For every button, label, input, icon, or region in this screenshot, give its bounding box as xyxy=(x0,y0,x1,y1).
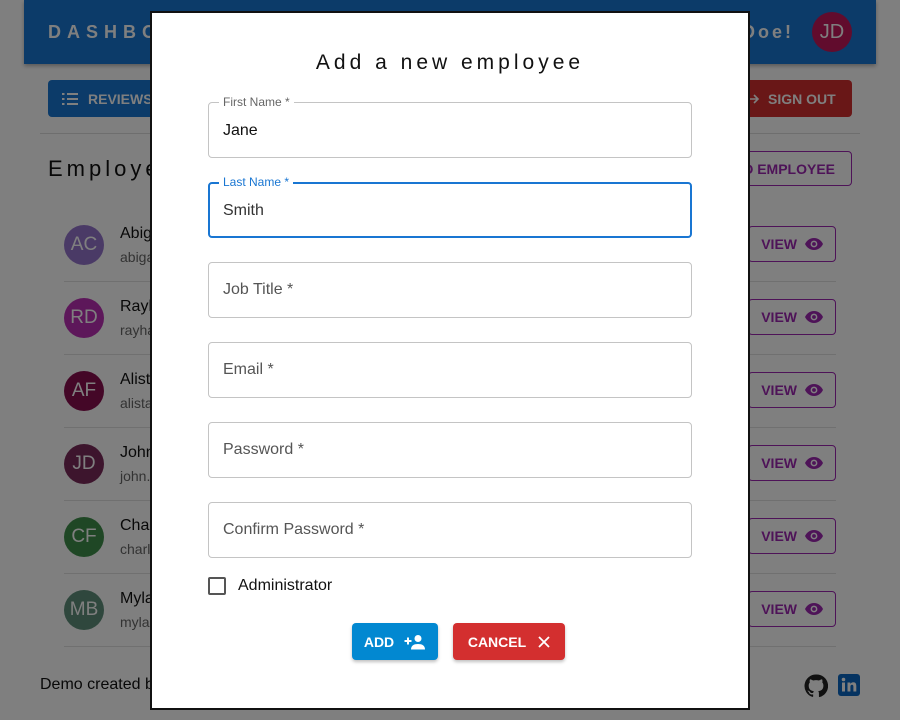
email-field[interactable]: Email * xyxy=(208,342,692,398)
close-icon xyxy=(538,635,550,648)
add-button[interactable]: ADD xyxy=(352,623,438,660)
dialog-title: Add a new employee xyxy=(315,51,585,74)
person-add-icon xyxy=(404,634,426,649)
last-name-value: Smith xyxy=(223,202,264,219)
first-name-value: Jane xyxy=(223,122,258,139)
confirm-password-placeholder: Confirm Password * xyxy=(223,521,365,538)
cancel-button[interactable]: CANCEL xyxy=(453,623,565,660)
confirm-password-field[interactable]: Confirm Password * xyxy=(208,502,692,558)
cancel-button-label: CANCEL xyxy=(467,633,527,650)
password-field[interactable]: Password * xyxy=(208,422,692,478)
last-name-label: Last Name * xyxy=(219,175,294,189)
password-placeholder: Password * xyxy=(223,441,304,458)
add-button-label: ADD xyxy=(363,633,395,650)
first-name-label: First Name * xyxy=(219,95,294,109)
job-title-placeholder: Job Title * xyxy=(223,281,294,298)
first-name-field[interactable]: First Name * Jane xyxy=(208,95,692,158)
add-employee-dialog: Add a new employee First Name * Jane Las… xyxy=(150,11,750,710)
job-title-field[interactable]: Job Title * xyxy=(208,262,692,318)
last-name-field[interactable]: Last Name * Smith xyxy=(208,175,692,238)
administrator-checkbox-row[interactable]: Administrator xyxy=(208,577,332,595)
email-placeholder: Email * xyxy=(223,361,274,378)
administrator-label: Administrator xyxy=(238,577,333,594)
administrator-checkbox[interactable] xyxy=(208,577,226,595)
